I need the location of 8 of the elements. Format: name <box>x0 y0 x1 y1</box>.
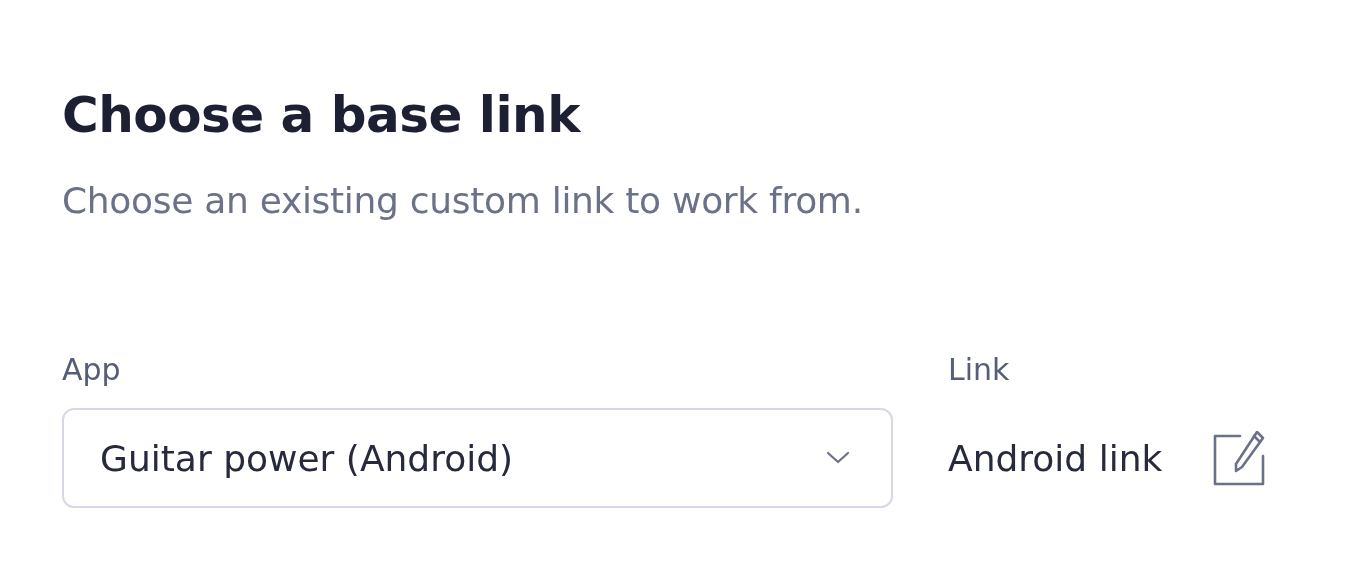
app-dropdown[interactable]: Guitar power (Android) <box>62 408 893 508</box>
edit-icon[interactable] <box>1212 429 1267 487</box>
page-title: Choose a base link <box>62 85 582 146</box>
link-name: Android link <box>948 437 1163 479</box>
page-subtitle: Choose an existing custom link to work from. <box>62 179 864 223</box>
field-label: App <box>62 352 122 388</box>
field-label: Link <box>948 352 1011 388</box>
chevron-down-icon <box>825 450 851 466</box>
